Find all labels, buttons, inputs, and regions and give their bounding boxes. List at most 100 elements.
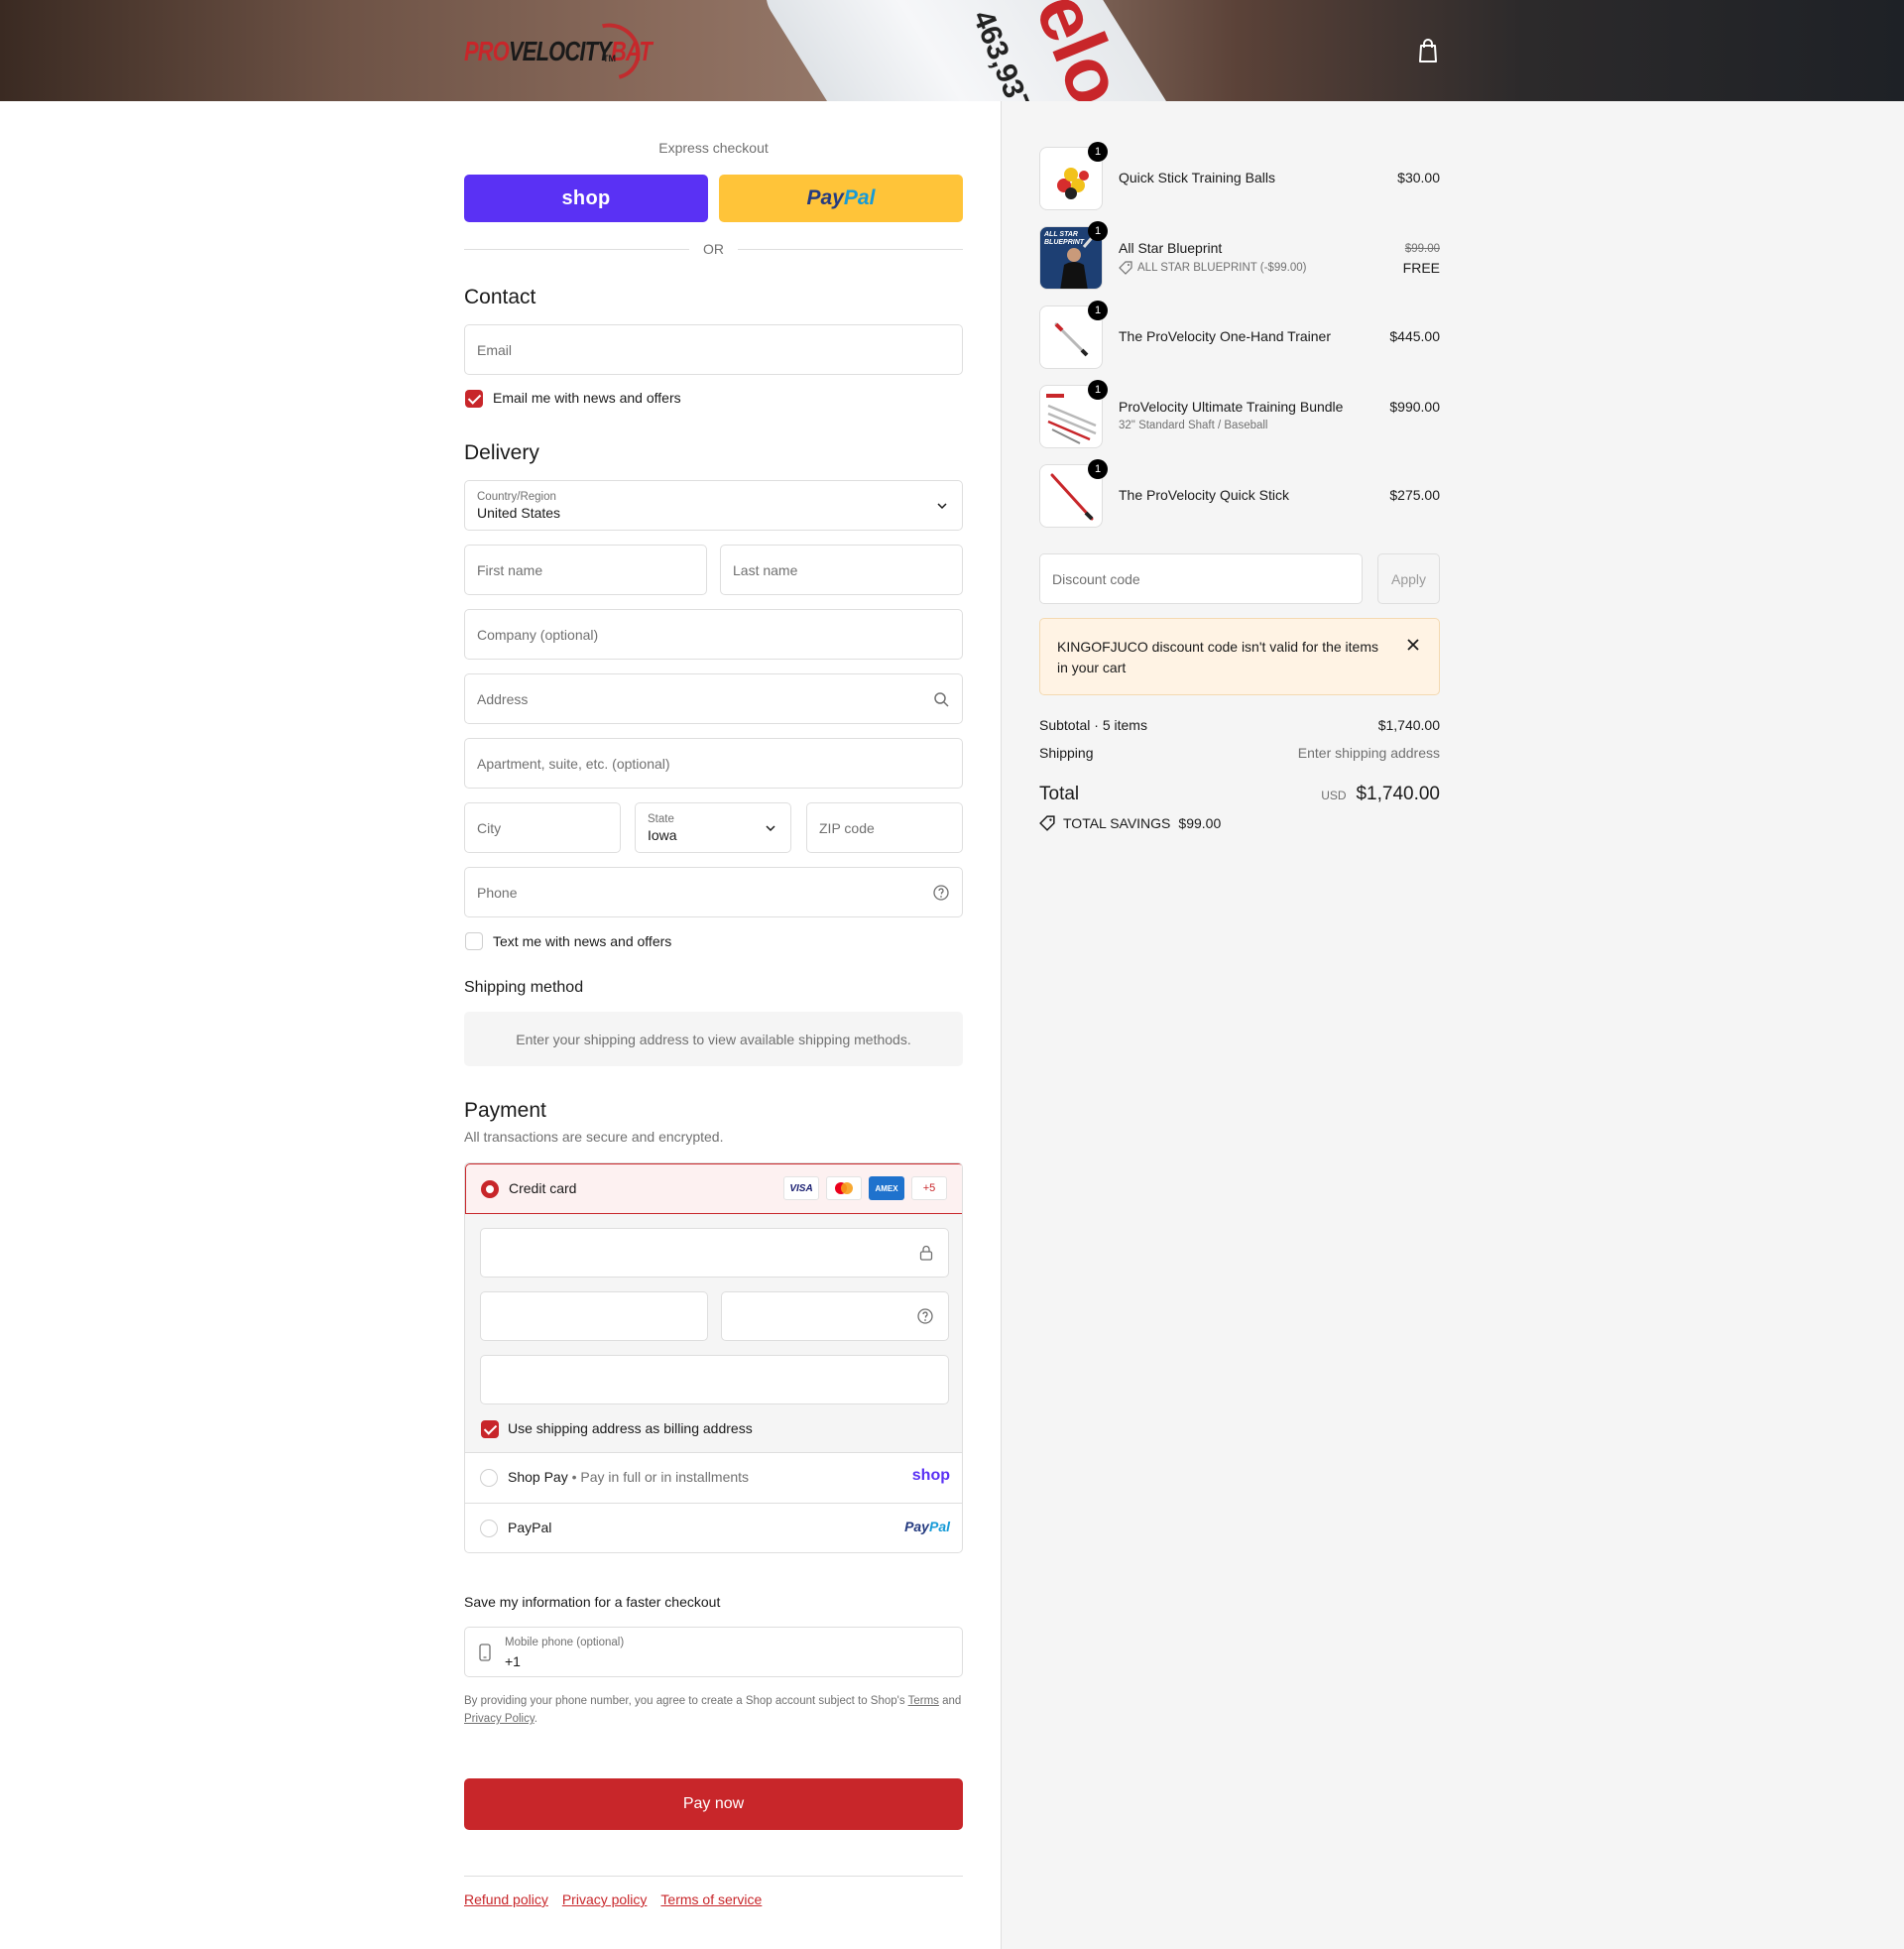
text-news-label: Text me with news and offers (493, 933, 672, 949)
discount-error-notice: KINGOFJUCO discount code isn't valid for… (1039, 618, 1440, 695)
payment-methods: Credit card VISA AMEX +5 Use shipping ad… (464, 1162, 963, 1553)
close-icon[interactable] (1405, 637, 1421, 653)
shop-pay-label: Shop Pay (508, 1469, 568, 1485)
discount-code-field[interactable]: Discount code (1039, 553, 1363, 604)
country-select[interactable]: Country/Region United States (464, 480, 963, 531)
email-field[interactable]: Email (464, 324, 963, 375)
more-cards-badge: +5 (911, 1176, 947, 1200)
delivery-title: Delivery (464, 441, 539, 464)
expiration-date-field[interactable] (480, 1291, 708, 1341)
billing-address-label: Use shipping address as billing address (508, 1420, 753, 1436)
city-field[interactable]: City (464, 802, 621, 853)
search-icon (934, 692, 949, 707)
privacy-policy-footer-link[interactable]: Privacy policy (562, 1891, 648, 1907)
savings-label: TOTAL SAVINGS (1063, 815, 1171, 831)
mastercard-icon (826, 1176, 862, 1200)
subtotal-value: $1,740.00 (1377, 717, 1440, 733)
item-name: The ProVelocity One-Hand Trainer (1119, 328, 1331, 344)
first-name-field[interactable]: First name (464, 545, 707, 595)
logo-swoosh (571, 12, 651, 91)
item-original-price: $99.00 (1404, 243, 1440, 255)
item-name: The ProVelocity Quick Stick (1119, 487, 1289, 503)
pay-now-button[interactable]: Pay now (464, 1778, 963, 1830)
order-summary-panel (1001, 101, 1904, 1949)
terms-link[interactable]: Terms (908, 1695, 939, 1707)
shop-pay-logo: shop (911, 1467, 950, 1484)
item-variant: 32" Standard Shaft / Baseball (1119, 420, 1268, 431)
privacy-policy-link[interactable]: Privacy Policy (464, 1713, 535, 1725)
item-price: $275.00 (1389, 487, 1440, 503)
shipping-label: Shipping (1039, 745, 1094, 761)
help-icon[interactable] (932, 884, 950, 902)
credit-card-form: Use shipping address as billing address (465, 1214, 962, 1453)
subtotal-row: Subtotal · 5 items $1,740.00 (1039, 717, 1440, 733)
last-name-field[interactable]: Last name (720, 545, 963, 595)
or-divider: OR (464, 239, 963, 259)
save-info-title: Save my information for a faster checkou… (464, 1594, 721, 1610)
help-icon[interactable] (916, 1307, 934, 1325)
item-name: ProVelocity Ultimate Training Bundle (1119, 399, 1344, 415)
text-news-checkbox[interactable] (465, 932, 483, 950)
currency-code: USD (1321, 789, 1347, 802)
chevron-down-icon (937, 503, 947, 510)
shop-pay-radio[interactable] (480, 1469, 498, 1487)
payment-title: Payment (464, 1099, 546, 1122)
tag-icon (1119, 261, 1132, 275)
billing-address-checkbox[interactable] (481, 1420, 499, 1438)
legal-text: By providing your phone number, you agre… (464, 1695, 962, 1725)
total-value: $1,740.00 (1356, 784, 1440, 804)
shipping-row: Shipping Enter shipping address (1039, 745, 1440, 761)
credit-card-label: Credit card (509, 1180, 577, 1196)
refund-policy-link[interactable]: Refund policy (464, 1891, 548, 1907)
email-news-checkbox[interactable] (465, 390, 483, 408)
quantity-badge: 1 (1088, 380, 1108, 400)
mobile-phone-value: +1 (505, 1653, 521, 1669)
payment-subtitle: All transactions are secure and encrypte… (464, 1129, 724, 1145)
quantity-badge: 1 (1088, 459, 1108, 479)
address-field[interactable]: Address (464, 673, 963, 724)
shop-pay-button[interactable]: shop (464, 175, 708, 222)
logo[interactable]: PROVELOCITYBAT TM (464, 12, 704, 91)
quantity-badge: 1 (1088, 301, 1108, 320)
item-price: FREE (1402, 260, 1440, 276)
credit-card-option[interactable]: Credit card VISA AMEX +5 (465, 1163, 962, 1214)
item-price: $30.00 (1397, 170, 1440, 185)
apartment-field[interactable]: Apartment, suite, etc. (optional) (464, 738, 963, 789)
visa-icon: VISA (783, 1176, 819, 1200)
state-select[interactable]: State Iowa (635, 802, 791, 853)
phone-field[interactable]: Phone (464, 867, 963, 917)
total-savings: TOTAL SAVINGS $99.00 (1039, 815, 1221, 831)
credit-card-radio[interactable] (481, 1180, 499, 1198)
mobile-phone-field[interactable]: Mobile phone (optional) +1 (464, 1627, 963, 1677)
security-code-field[interactable] (721, 1291, 949, 1341)
contact-title: Contact (464, 286, 536, 308)
item-price: $445.00 (1389, 328, 1440, 344)
shop-pay-description: Pay in full or in installments (580, 1469, 750, 1485)
paypal-option[interactable]: PayPal PayPal (465, 1503, 962, 1552)
subtotal-label: Subtotal · 5 items (1039, 717, 1147, 733)
lock-icon (919, 1245, 933, 1261)
paypal-button[interactable]: Pay Pal (719, 175, 963, 222)
total-row: Total USD $1,740.00 (1039, 784, 1440, 805)
shopping-bag-icon[interactable] (1416, 38, 1440, 63)
email-news-label: Email me with news and offers (493, 390, 681, 406)
paypal-radio[interactable] (480, 1520, 498, 1537)
quantity-badge: 1 (1088, 142, 1108, 162)
terms-of-service-link[interactable]: Terms of service (660, 1891, 762, 1907)
tag-icon (1039, 815, 1055, 831)
zip-field[interactable]: ZIP code (806, 802, 963, 853)
name-on-card-field[interactable] (480, 1355, 949, 1404)
apply-discount-button[interactable]: Apply (1377, 553, 1440, 604)
company-field[interactable]: Company (optional) (464, 609, 963, 660)
mobile-phone-icon (479, 1644, 491, 1661)
paypal-logo: PayPal (904, 1519, 950, 1534)
footer-links: Refund policy Privacy policy Terms of se… (464, 1891, 762, 1907)
item-price: $990.00 (1389, 399, 1440, 415)
quantity-badge: 1 (1088, 221, 1108, 241)
chevron-down-icon (766, 825, 775, 832)
shop-pay-option[interactable]: Shop Pay • Pay in full or in installment… (465, 1453, 962, 1503)
express-checkout-label: Express checkout (658, 140, 769, 156)
card-number-field[interactable] (480, 1228, 949, 1278)
shipping-value: Enter shipping address (1297, 745, 1440, 761)
logo-tm: TM (603, 54, 616, 63)
